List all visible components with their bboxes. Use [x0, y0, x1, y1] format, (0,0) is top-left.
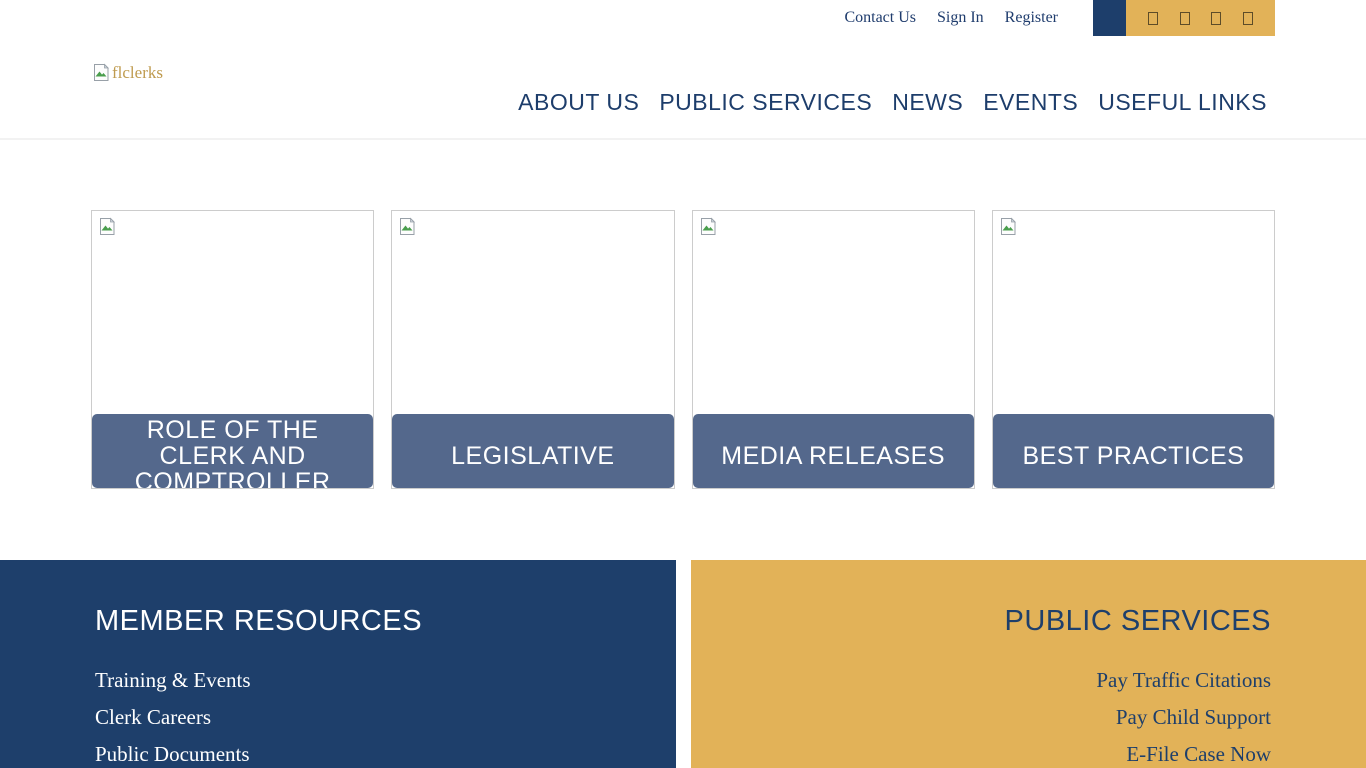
- card-title-overlay[interactable]: MEDIA RELEASES: [693, 414, 974, 488]
- feature-cards-row: ROLE OF THE CLERK AND COMPTROLLER LEGISL…: [91, 210, 1275, 489]
- nav-events[interactable]: EVENTS: [983, 89, 1078, 116]
- broken-image-icon: [397, 216, 417, 238]
- top-utility-bar: Contact Us Sign In Register: [0, 0, 1366, 36]
- search-button[interactable]: [1093, 0, 1126, 36]
- bottom-panels: MEMBER RESOURCES Training & Events Clerk…: [0, 560, 1366, 768]
- card-media-releases[interactable]: MEDIA RELEASES: [692, 210, 975, 489]
- nav-useful-links[interactable]: USEFUL LINKS: [1098, 89, 1267, 116]
- nav-public-services[interactable]: PUBLIC SERVICES: [659, 89, 872, 116]
- social-icon-placeholder-4-icon[interactable]: [1243, 12, 1253, 25]
- contact-us-link[interactable]: Contact Us: [844, 9, 916, 27]
- card-title-overlay[interactable]: ROLE OF THE CLERK AND COMPTROLLER: [92, 414, 373, 488]
- social-icon-placeholder-2-icon[interactable]: [1180, 12, 1190, 25]
- link-pay-child-support[interactable]: Pay Child Support: [691, 699, 1271, 736]
- card-legislative[interactable]: LEGISLATIVE: [391, 210, 674, 489]
- social-icon-placeholder-3-icon[interactable]: [1211, 12, 1221, 25]
- panel-divider: [676, 560, 691, 768]
- nav-about-us[interactable]: ABOUT US: [518, 89, 639, 116]
- card-title-overlay[interactable]: LEGISLATIVE: [392, 414, 673, 488]
- broken-image-icon: [91, 63, 111, 83]
- link-pay-traffic-citations[interactable]: Pay Traffic Citations: [691, 662, 1271, 699]
- public-services-links: Pay Traffic Citations Pay Child Support …: [691, 662, 1271, 768]
- site-logo[interactable]: flclerks: [91, 63, 163, 83]
- link-training-events[interactable]: Training & Events: [95, 662, 676, 699]
- nav-news[interactable]: NEWS: [892, 89, 963, 116]
- main-navigation: ABOUT US PUBLIC SERVICES NEWS EVENTS USE…: [518, 89, 1267, 116]
- member-resources-links: Training & Events Clerk Careers Public D…: [95, 662, 676, 768]
- member-resources-title: MEMBER RESOURCES: [95, 605, 676, 638]
- card-title-overlay[interactable]: BEST PRACTICES: [993, 414, 1274, 488]
- broken-image-icon: [998, 216, 1018, 238]
- social-links-bar: [1126, 0, 1275, 36]
- public-services-title: PUBLIC SERVICES: [691, 605, 1271, 638]
- public-services-panel: PUBLIC SERVICES Pay Traffic Citations Pa…: [691, 560, 1366, 768]
- site-header: flclerks ABOUT US PUBLIC SERVICES NEWS E…: [0, 36, 1366, 140]
- register-link[interactable]: Register: [1005, 9, 1058, 27]
- link-public-documents[interactable]: Public Documents: [95, 736, 676, 768]
- card-role-of-the-clerk[interactable]: ROLE OF THE CLERK AND COMPTROLLER: [91, 210, 374, 489]
- link-efile-case-now[interactable]: E-File Case Now: [691, 736, 1271, 768]
- sign-in-link[interactable]: Sign In: [937, 9, 984, 27]
- logo-alt-text: flclerks: [112, 63, 163, 83]
- broken-image-icon: [698, 216, 718, 238]
- social-icon-placeholder-1-icon[interactable]: [1148, 12, 1158, 25]
- card-best-practices[interactable]: BEST PRACTICES: [992, 210, 1275, 489]
- link-clerk-careers[interactable]: Clerk Careers: [95, 699, 676, 736]
- member-resources-panel: MEMBER RESOURCES Training & Events Clerk…: [0, 560, 676, 768]
- broken-image-icon: [97, 216, 117, 238]
